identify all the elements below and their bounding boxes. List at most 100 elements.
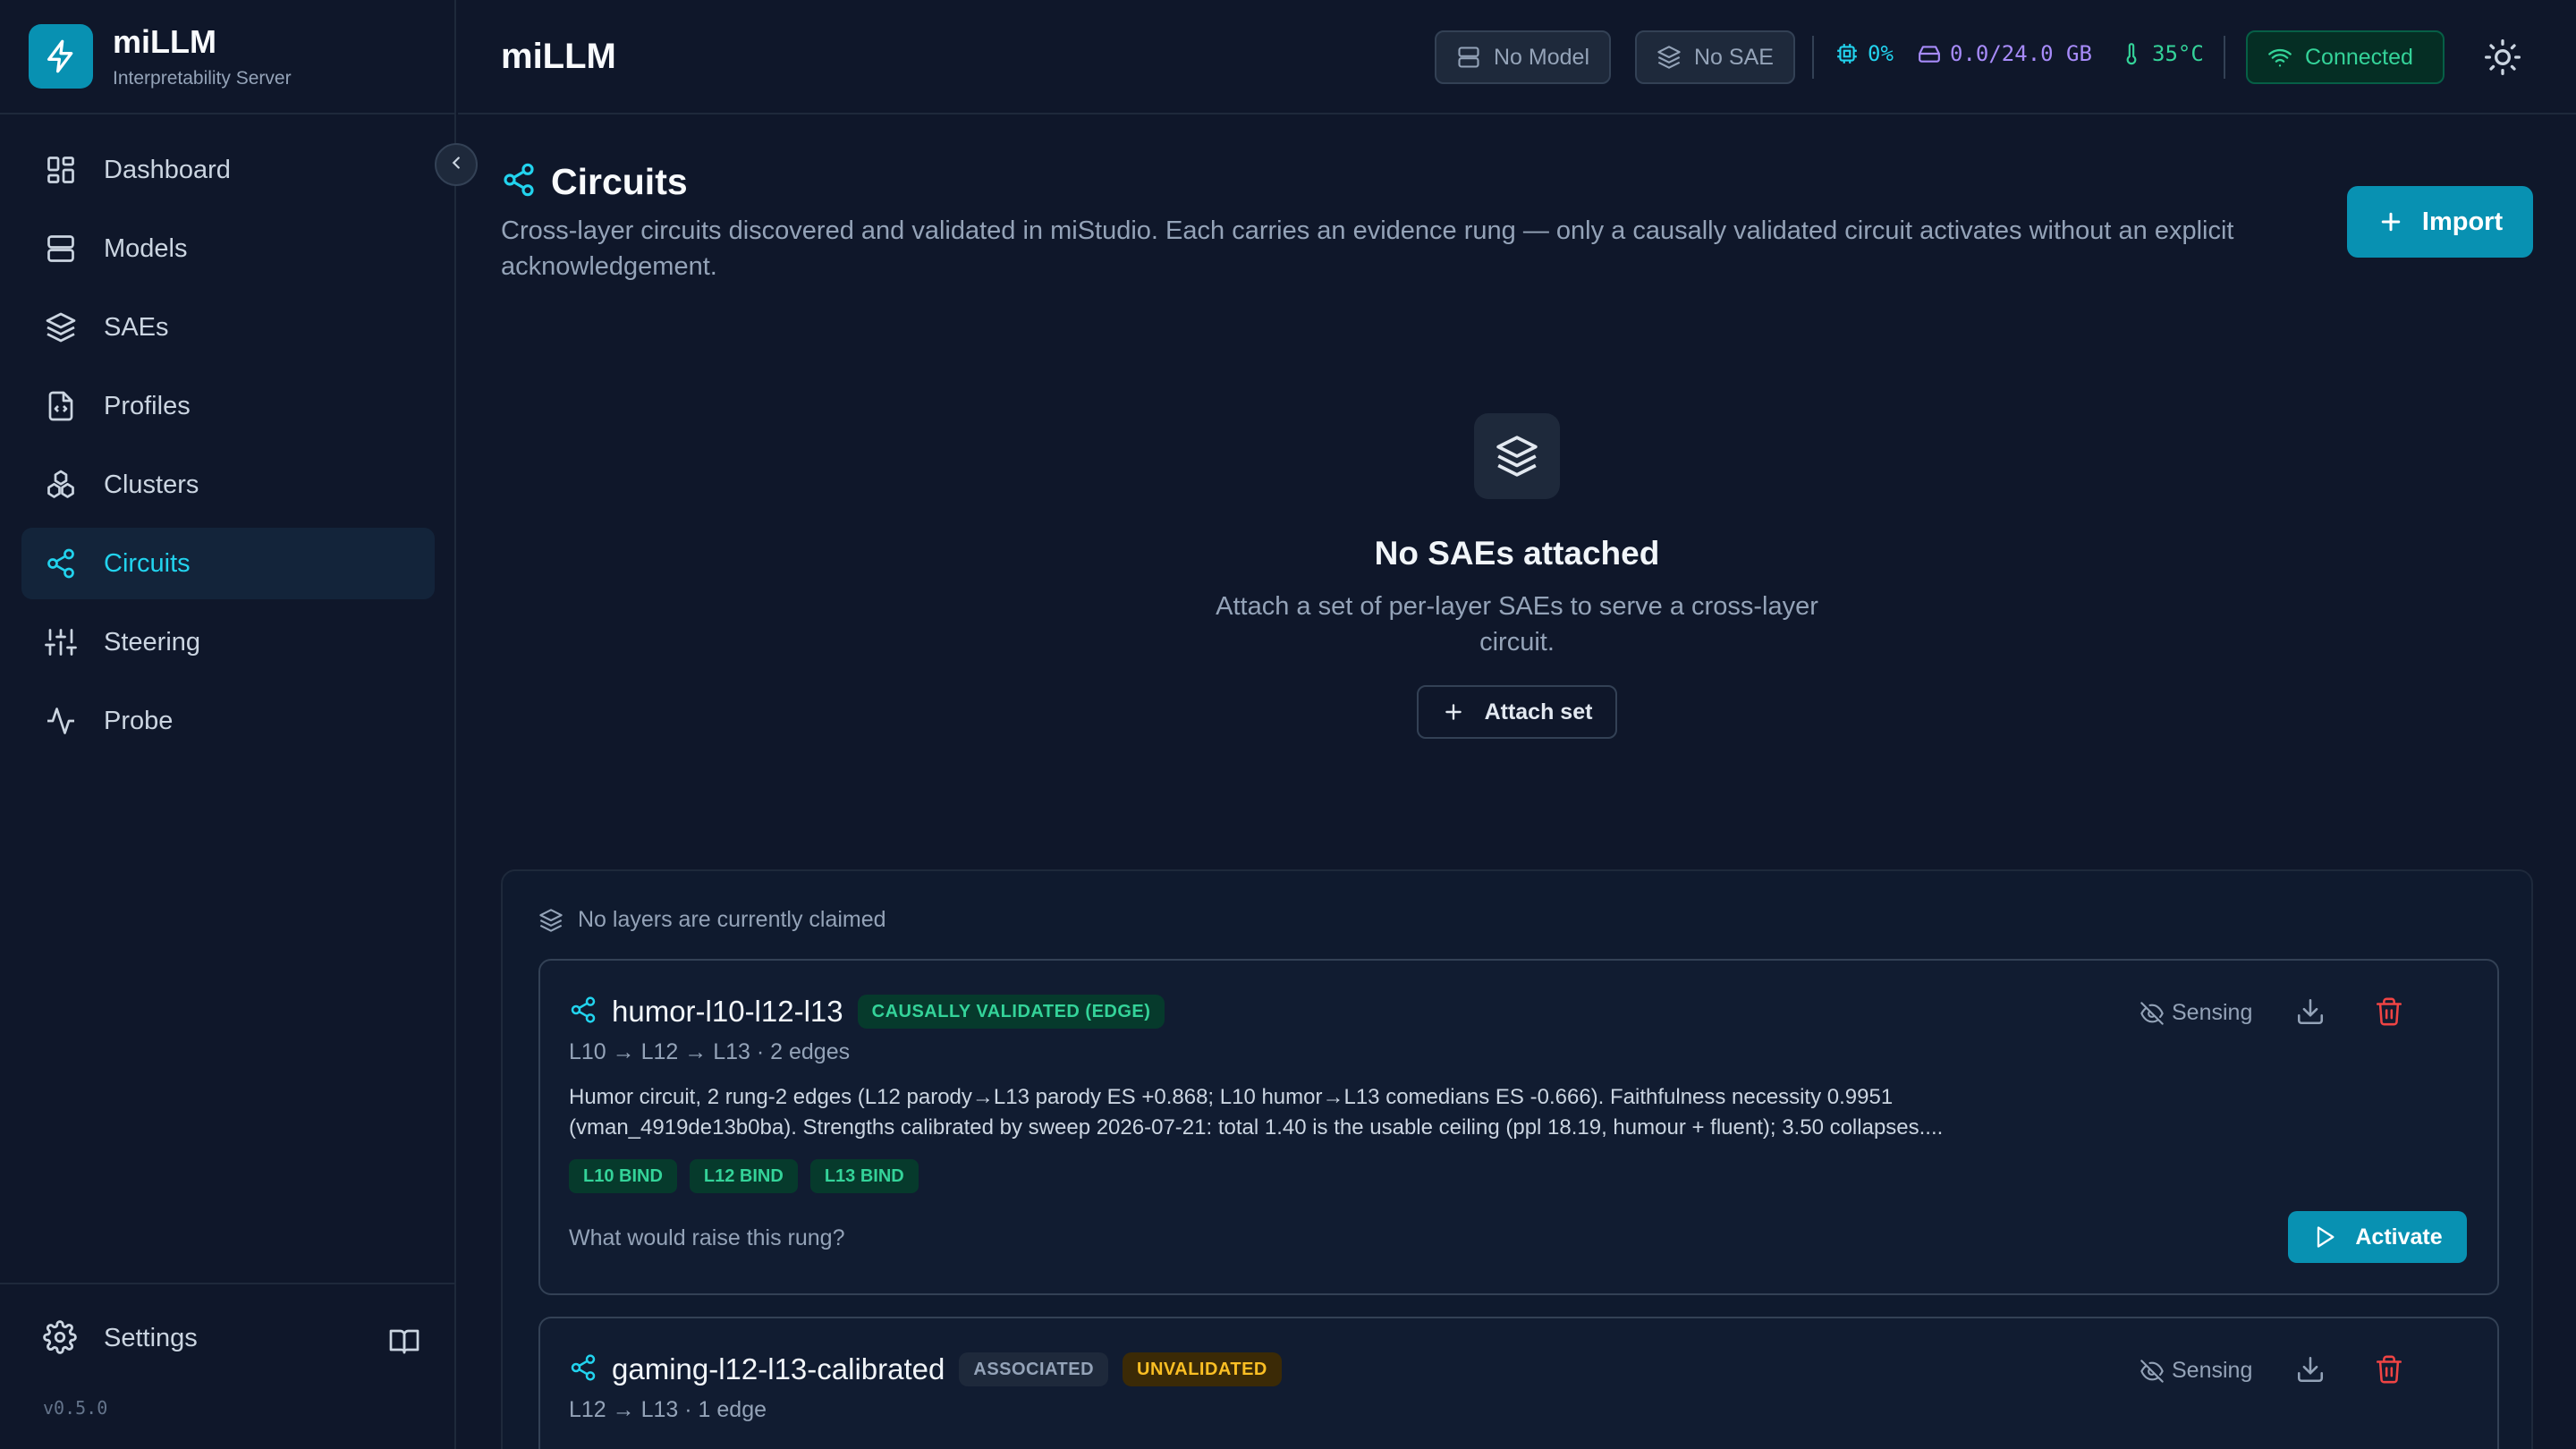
circuit-description: Humor circuit, 2 rung-2 edges (L12 parod…	[569, 1085, 1944, 1140]
sidebar-footer: Settings v0.5.0	[0, 1283, 456, 1449]
sidebar-item-clusters[interactable]: Clusters	[21, 449, 435, 521]
sidebar-item-label: Clusters	[104, 470, 199, 499]
theme-toggle-sun-icon[interactable]	[2483, 38, 2522, 81]
file-code-icon	[43, 388, 79, 424]
layer-tag: L12 BIND	[689, 1159, 798, 1193]
sidebar-nav: Dashboard Models SAEs Profiles Clusters	[21, 134, 435, 764]
page-title-row: Circuits	[501, 161, 688, 203]
circuit-path: L10 → L12 → L13 · 2 edges	[569, 1039, 851, 1064]
sidebar-item-models[interactable]: Models	[21, 213, 435, 284]
claimed-layers-text: No layers are currently claimed	[578, 907, 886, 932]
connection-status-pill: Connected	[2246, 30, 2445, 84]
page-title: Circuits	[551, 161, 688, 202]
trash-icon[interactable]	[2374, 996, 2404, 1031]
cpu-icon	[1835, 42, 1859, 65]
sensing-label: Sensing	[2172, 1000, 2253, 1025]
circuit-card-header: humor-l10-l12-l13 CAUSALLY VALIDATED (ED…	[569, 995, 1179, 1029]
attach-set-label: Attach set	[1484, 699, 1593, 724]
download-icon[interactable]	[2295, 996, 2326, 1031]
model-status-pill[interactable]: No Model	[1435, 30, 1611, 84]
layers-icon	[43, 309, 79, 345]
sidebar-item-label: Models	[104, 233, 188, 263]
app-version: v0.5.0	[43, 1397, 108, 1419]
activity-icon	[43, 703, 79, 739]
sliders-icon	[43, 624, 79, 660]
sensing-label: Sensing	[2172, 1358, 2253, 1383]
sensing-toggle[interactable]: Sensing	[2140, 1000, 2252, 1026]
raise-rung-link[interactable]: What would raise this rung?	[569, 1225, 844, 1251]
trash-icon[interactable]	[2374, 1354, 2404, 1389]
app-subtitle: Interpretability Server	[113, 68, 292, 89]
layers-icon	[1657, 45, 1682, 70]
brand: miLLM Interpretability Server	[0, 0, 454, 114]
import-button[interactable]: Import	[2347, 186, 2533, 258]
evidence-badge: ASSOCIATED	[959, 1352, 1109, 1386]
sidebar-item-dashboard[interactable]: Dashboard	[21, 134, 435, 206]
sidebar-item-label: Dashboard	[104, 155, 231, 184]
connection-status-label: Connected	[2305, 44, 2413, 70]
divider	[2224, 36, 2225, 79]
main-content: Circuits Cross-layer circuits discovered…	[458, 116, 2576, 1449]
circuit-actions: Sensing	[2140, 996, 2497, 1036]
circuit-card: humor-l10-l12-l13 CAUSALLY VALIDATED (ED…	[538, 959, 2499, 1295]
layers-icon	[538, 908, 564, 933]
sidebar-item-label: Probe	[104, 706, 174, 735]
sidebar-item-probe[interactable]: Probe	[21, 685, 435, 757]
memory-stat: 0.0/24.0 GB	[1918, 41, 2092, 66]
empty-state-title: No SAEs attached	[1374, 535, 1660, 572]
share-icon	[569, 1353, 597, 1386]
download-icon[interactable]	[2295, 1354, 2326, 1389]
settings-label: Settings	[104, 1323, 198, 1352]
claimed-layers-status: No layers are currently claimed	[538, 907, 886, 933]
layer-tag: L10 BIND	[569, 1159, 677, 1193]
sidebar-item-circuits[interactable]: Circuits	[21, 528, 435, 599]
empty-state: No SAEs attached Attach a set of per-lay…	[458, 413, 2576, 739]
share-icon	[43, 546, 79, 581]
activate-button[interactable]: Activate	[2288, 1211, 2467, 1263]
sidebar-item-label: Profiles	[104, 391, 191, 420]
circuit-name: gaming-l12-l13-calibrated	[612, 1352, 945, 1385]
sae-status-pill[interactable]: No SAE	[1635, 30, 1795, 84]
plus-icon	[1442, 700, 1465, 724]
bolt-icon	[29, 24, 93, 89]
collapse-sidebar-button[interactable]	[435, 143, 478, 186]
eye-off-icon	[2140, 1001, 2165, 1026]
sidebar-item-steering[interactable]: Steering	[21, 606, 435, 678]
circuit-actions: Sensing	[2140, 1354, 2497, 1394]
header-title: miLLM	[501, 36, 616, 76]
top-header: miLLM No Model No SAE 0% 0.0/24.0 GB 35°…	[458, 0, 2576, 114]
validation-badge: UNVALIDATED	[1123, 1352, 1282, 1386]
temperature-value: 35°C	[2152, 41, 2204, 66]
sidebar-item-settings[interactable]: Settings	[43, 1320, 198, 1356]
server-icon	[1456, 45, 1481, 70]
page-description: Cross-layer circuits discovered and vali…	[501, 216, 2234, 281]
import-label: Import	[2421, 207, 2504, 236]
dashboard-icon	[43, 152, 79, 188]
plus-icon	[2377, 208, 2404, 235]
activate-label: Activate	[2355, 1224, 2443, 1250]
circuits-panel: No layers are currently claimed humor-l1…	[501, 869, 2533, 1449]
memory-value: 0.0/24.0 GB	[1950, 41, 2092, 66]
hard-drive-icon	[1918, 42, 1941, 65]
divider	[1812, 36, 1814, 79]
circuit-name: humor-l10-l12-l13	[612, 995, 843, 1028]
sidebar-item-profiles[interactable]: Profiles	[21, 370, 435, 442]
gpu-util-value: 0%	[1868, 41, 1894, 66]
evidence-badge: CAUSALLY VALIDATED (EDGE)	[857, 995, 1165, 1029]
eye-off-icon	[2140, 1359, 2165, 1384]
circuit-card-header: gaming-l12-l13-calibrated ASSOCIATED UNV…	[569, 1352, 1296, 1386]
model-status-label: No Model	[1494, 44, 1589, 70]
attach-set-button[interactable]: Attach set	[1417, 685, 1617, 739]
sidebar-item-saes[interactable]: SAEs	[21, 292, 435, 363]
share-icon	[501, 162, 537, 202]
chevron-left-icon	[446, 153, 466, 177]
circuit-path: L12 → L13 · 1 edge	[569, 1397, 767, 1422]
book-icon[interactable]	[388, 1326, 420, 1362]
empty-state-description: Attach a set of per-layer SAEs to serve …	[1216, 592, 1818, 657]
share-icon	[569, 996, 597, 1029]
sensing-toggle[interactable]: Sensing	[2140, 1358, 2252, 1384]
temperature-stat: 35°C	[2120, 41, 2204, 66]
sidebar: miLLM Interpretability Server Dashboard …	[0, 0, 456, 1449]
app-name: miLLM	[113, 23, 216, 60]
sidebar-item-label: Steering	[104, 627, 201, 657]
